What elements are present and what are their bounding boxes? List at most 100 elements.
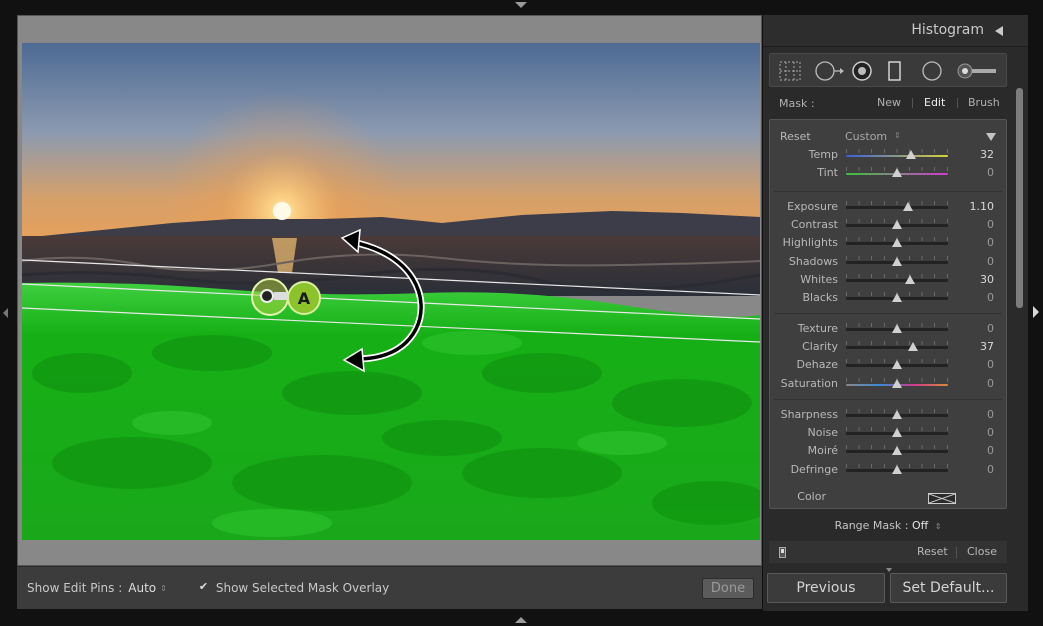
show-edit-pins-select[interactable]: Auto: [128, 581, 156, 595]
slider-value[interactable]: 0: [987, 291, 994, 304]
slider-label[interactable]: Shadows: [789, 255, 838, 268]
spot-removal-icon[interactable]: [814, 60, 846, 82]
slider-label[interactable]: Exposure: [787, 200, 838, 213]
slider-row-tint: Tint 0: [770, 164, 1006, 182]
slider-label[interactable]: Moiré: [808, 444, 838, 457]
slider-value[interactable]: 0: [987, 255, 994, 268]
slider-label[interactable]: Sharpness: [781, 408, 838, 421]
mask-edit-button[interactable]: Edit: [924, 96, 945, 109]
effect-preset-select[interactable]: Custom: [845, 130, 887, 143]
slider-label[interactable]: Clarity: [802, 340, 838, 353]
slider-track[interactable]: [846, 278, 948, 282]
slider-row-whites: Whites 30: [770, 271, 1006, 289]
slider-track[interactable]: [846, 346, 948, 350]
callout-badge: A: [287, 281, 321, 315]
slider-value[interactable]: 0: [987, 218, 994, 231]
image-canvas[interactable]: A: [17, 15, 762, 566]
slider-row-saturation: Saturation 0: [770, 375, 1006, 393]
red-eye-icon[interactable]: [850, 60, 874, 82]
mask-overlay-checkbox[interactable]: [199, 580, 210, 594]
updown-arrows-icon[interactable]: ⇕: [935, 522, 942, 531]
slider-thumb[interactable]: [892, 464, 902, 474]
histogram-header[interactable]: Histogram: [763, 15, 1028, 47]
slider-label[interactable]: Blacks: [803, 291, 839, 304]
slider-label[interactable]: Contrast: [791, 218, 838, 231]
left-panel-toggle-icon[interactable]: [3, 308, 8, 318]
slider-value[interactable]: 0: [987, 377, 994, 390]
bottom-panel-toggle-icon[interactable]: [515, 617, 527, 623]
slider-value[interactable]: 37: [980, 340, 994, 353]
updown-arrows-icon[interactable]: ⇕: [894, 131, 901, 140]
previous-button[interactable]: Previous: [767, 573, 885, 603]
slider-thumb[interactable]: [892, 168, 902, 178]
slider-thumb[interactable]: [892, 256, 902, 266]
set-default-button[interactable]: Set Default...: [890, 573, 1007, 603]
reset-button[interactable]: Reset: [917, 545, 948, 558]
slider-thumb[interactable]: [892, 446, 902, 456]
range-mask-value[interactable]: Off: [912, 519, 928, 532]
slider-thumb[interactable]: [908, 342, 919, 352]
slider-thumb[interactable]: [903, 202, 914, 211]
group-divider: [774, 313, 1002, 314]
slider-value[interactable]: 0: [987, 358, 994, 371]
slider-row-temp: Temp 32: [770, 146, 1006, 164]
slider-ticks: [846, 273, 948, 278]
slider-thumb[interactable]: [892, 378, 902, 388]
preset-menu-triangle-icon[interactable]: [986, 133, 996, 141]
slider-ticks: [846, 201, 948, 205]
slider-row-shadows: Shadows 0: [770, 253, 1006, 271]
slider-thumb[interactable]: [906, 150, 917, 159]
slider-value[interactable]: 0: [987, 408, 994, 421]
adjustment-brush-icon[interactable]: [956, 60, 1000, 82]
slider-thumb[interactable]: [892, 324, 902, 333]
range-mask-row[interactable]: Range Mask : Off ⇕: [769, 515, 1007, 537]
slider-thumb[interactable]: [892, 360, 902, 370]
collapse-triangle-icon[interactable]: [995, 26, 1003, 36]
slider-value[interactable]: 0: [987, 426, 994, 439]
slider-value[interactable]: 0: [987, 322, 994, 335]
slider-label[interactable]: Noise: [807, 426, 838, 439]
mask-mode-row: Mask : New Edit Brush: [769, 91, 1007, 115]
slider-label[interactable]: Saturation: [781, 377, 838, 390]
scrollbar-thumb[interactable]: [1016, 88, 1023, 308]
radial-filter-icon[interactable]: [920, 60, 944, 82]
slider-label[interactable]: Texture: [798, 322, 838, 335]
filter-pin[interactable]: [251, 278, 289, 316]
slider-thumb[interactable]: [892, 428, 902, 438]
slider-thumb[interactable]: [905, 274, 916, 284]
slider-thumb[interactable]: [892, 238, 902, 248]
slider-value[interactable]: 0: [987, 166, 994, 179]
slider-value[interactable]: 30: [980, 273, 994, 286]
slider-value[interactable]: 0: [987, 236, 994, 249]
bottom-drawer-arrow-icon[interactable]: [886, 568, 892, 572]
slider-track[interactable]: [846, 155, 948, 157]
slider-thumb[interactable]: [892, 220, 902, 230]
slider-label[interactable]: Whites: [800, 273, 838, 286]
slider-label[interactable]: Highlights: [783, 236, 838, 249]
slider-value[interactable]: 0: [987, 444, 994, 457]
slider-label[interactable]: Tint: [817, 166, 838, 179]
mask-overlay-label[interactable]: Show Selected Mask Overlay: [216, 581, 389, 595]
top-panel-toggle-icon[interactable]: [515, 2, 527, 8]
close-button[interactable]: Close: [967, 545, 997, 558]
updown-arrows-icon[interactable]: ⇕: [160, 584, 167, 593]
slider-value[interactable]: 32: [980, 148, 994, 161]
slider-thumb[interactable]: [892, 293, 902, 302]
color-swatch-none[interactable]: [928, 493, 956, 504]
slider-label[interactable]: Defringe: [791, 463, 838, 476]
slider-track[interactable]: [846, 206, 948, 209]
effect-reset-button[interactable]: Reset: [780, 130, 811, 143]
mask-brush-button[interactable]: Brush: [968, 96, 1000, 109]
done-button[interactable]: Done: [702, 578, 754, 599]
graduated-filter-icon[interactable]: [886, 60, 904, 82]
slider-value[interactable]: 1.10: [970, 200, 995, 213]
mask-new-button[interactable]: New: [877, 96, 901, 109]
crop-overlay-icon[interactable]: [778, 60, 802, 82]
slider-thumb[interactable]: [892, 410, 902, 419]
panel-scrollbar[interactable]: [1015, 88, 1024, 608]
slider-value[interactable]: 0: [987, 463, 994, 476]
right-panel-toggle-icon[interactable]: [1033, 306, 1039, 318]
panel-on-off-switch[interactable]: [779, 547, 786, 558]
slider-label[interactable]: Dehaze: [797, 358, 839, 371]
slider-label[interactable]: Temp: [809, 148, 838, 161]
